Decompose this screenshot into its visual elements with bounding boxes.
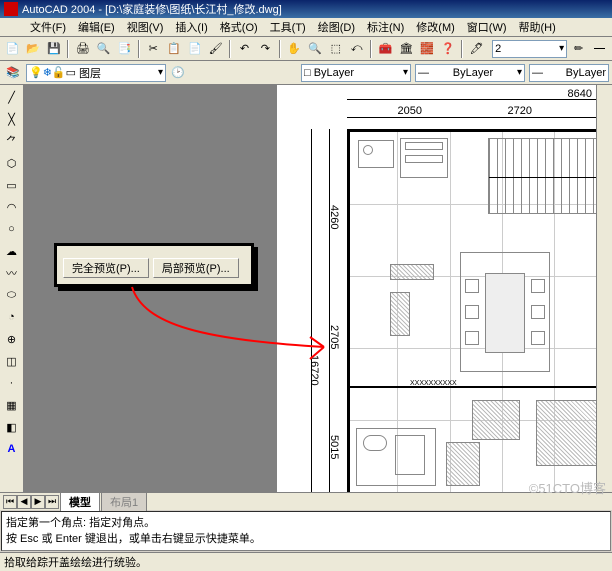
drawing-canvas[interactable]: 8640 2050 2720 xyxy=(24,85,612,492)
dim-top-left: 2050 xyxy=(398,105,422,117)
cut-icon[interactable]: ✂ xyxy=(144,39,163,59)
layer-manager-icon[interactable]: 📚 xyxy=(3,63,23,83)
copy-icon[interactable]: 📋 xyxy=(165,39,184,59)
zoom-win-icon[interactable]: ⬚ xyxy=(326,39,345,59)
standard-toolbar: 📄 📂 💾 🖨 🔍 📑 ✂ 📋 📄 🖌 ↶ ↷ ✋ 🔍 ⬚ ⤺ 🧰 🏛 🧱 ❓ … xyxy=(0,37,612,61)
title-bar: AutoCAD 2004 - [D:\家庭装修\图纸\长江村_修改.dwg] xyxy=(0,0,612,18)
arc-icon[interactable]: ◠ xyxy=(2,197,22,217)
menu-format[interactable]: 格式(O) xyxy=(214,19,264,35)
hatch-icon[interactable]: ▦ xyxy=(2,395,22,415)
tab-layout1[interactable]: 布局1 xyxy=(101,492,147,511)
paste-icon[interactable]: 📄 xyxy=(186,39,205,59)
undo-icon[interactable]: ↶ xyxy=(235,39,254,59)
menu-help[interactable]: 帮助(H) xyxy=(513,19,562,35)
ellipse-arc-icon[interactable]: ◔ xyxy=(2,307,22,327)
pan-icon[interactable]: ✋ xyxy=(285,39,304,59)
cmd-line-2: 按 Esc 或 Enter 键退出，或单击右键显示快捷菜单。 xyxy=(6,530,606,546)
tab-prev-icon[interactable]: ◀ xyxy=(17,495,31,509)
menu-bar: 文件(F) 编辑(E) 视图(V) 插入(I) 格式(O) 工具(T) 绘图(D… xyxy=(0,18,612,37)
draw-toolbar: ╱ ╳ ⺈ ⬡ ▭ ◠ ○ ☁ 〰 ⬭ ◔ ⊕ ◫ · ▦ ◧ A xyxy=(0,85,24,492)
layer-combo[interactable]: 💡❄🔓▭ 图层 ▾ xyxy=(26,64,166,82)
layer-toolbar: 📚 💡❄🔓▭ 图层 ▾ 🕑 □ ByLayer▾ — ByLayer▾ — By… xyxy=(0,61,612,85)
zoom-prev-icon[interactable]: ⤺ xyxy=(347,39,366,59)
layer-label: 图层 xyxy=(79,65,101,81)
status-bar: 拾取给踪开盖绘绘进行统验。 xyxy=(0,552,612,571)
preview-popup: 完全预览(P)... 局部预览(P)... xyxy=(54,243,254,287)
save-icon[interactable]: 💾 xyxy=(45,39,64,59)
paper-space: 8640 2050 2720 xyxy=(277,85,612,492)
help-icon[interactable]: ❓ xyxy=(438,39,457,59)
menu-modify[interactable]: 修改(M) xyxy=(410,19,461,35)
dim-side-total: 16720 xyxy=(308,355,320,386)
floor-plan: XXXXXXXXXX xyxy=(347,129,612,492)
tab-last-icon[interactable]: ⏭ xyxy=(45,495,59,509)
polygon-icon[interactable]: ⬡ xyxy=(2,153,22,173)
command-window[interactable]: 指定第一个角点: 指定对角点。 按 Esc 或 Enter 键退出，或单击右键显… xyxy=(1,511,611,551)
menu-dim[interactable]: 标注(N) xyxy=(361,19,410,35)
zoom-rt-icon[interactable]: 🔍 xyxy=(306,39,325,59)
preview-icon[interactable]: 🔍 xyxy=(94,39,113,59)
text-icon[interactable]: A xyxy=(2,439,22,459)
layout-tabs: ⏮ ◀ ▶ ⏭ 模型 布局1 xyxy=(0,492,612,510)
new-icon[interactable]: 📄 xyxy=(3,39,22,59)
properties-icon[interactable]: 🧰 xyxy=(376,39,395,59)
tab-first-icon[interactable]: ⏮ xyxy=(3,495,17,509)
print-icon[interactable]: 🖨 xyxy=(73,39,92,59)
xline-icon[interactable]: ╳ xyxy=(2,109,22,129)
pline-icon[interactable]: ⺈ xyxy=(2,131,22,151)
point-icon[interactable]: · xyxy=(2,373,22,393)
partial-preview-button[interactable]: 局部预览(P)... xyxy=(153,258,239,278)
open-icon[interactable]: 📂 xyxy=(24,39,43,59)
window-title: AutoCAD 2004 - [D:\家庭装修\图纸\长江村_修改.dwg] xyxy=(22,1,282,17)
insert-icon[interactable]: ⊕ xyxy=(2,329,22,349)
cmd-line-1: 指定第一个角点: 指定对角点。 xyxy=(6,514,606,530)
full-preview-button[interactable]: 完全预览(P)... xyxy=(63,258,149,278)
menu-insert[interactable]: 插入(I) xyxy=(169,19,213,35)
region-icon[interactable]: ◧ xyxy=(2,417,22,437)
match-icon[interactable]: 🖌 xyxy=(206,39,225,59)
tab-next-icon[interactable]: ▶ xyxy=(31,495,45,509)
revcloud-icon[interactable]: ☁ xyxy=(2,241,22,261)
linetype-combo[interactable]: — ByLayer▾ xyxy=(415,64,525,82)
lineweight-combo-2[interactable]: — ByLayer xyxy=(529,64,609,82)
menu-edit[interactable]: 编辑(E) xyxy=(72,19,121,35)
publish-icon[interactable]: 📑 xyxy=(115,39,134,59)
spline-icon[interactable]: 〰 xyxy=(2,263,22,283)
rect-icon[interactable]: ▭ xyxy=(2,175,22,195)
dcenter-icon[interactable]: 🏛 xyxy=(397,39,416,59)
block-icon[interactable]: ◫ xyxy=(2,351,22,371)
line-icon[interactable]: ╱ xyxy=(2,87,22,107)
redo-icon[interactable]: ↷ xyxy=(256,39,275,59)
menu-tools[interactable]: 工具(T) xyxy=(264,19,312,35)
standard-style-icon[interactable]: ✏ xyxy=(569,39,588,59)
toolpal-icon[interactable]: 🧱 xyxy=(418,39,437,59)
menu-window[interactable]: 窗口(W) xyxy=(461,19,513,35)
circle-icon[interactable]: ○ xyxy=(2,219,22,239)
dim-top-right: 2720 xyxy=(508,105,532,117)
watermark: ©51CTO博客 xyxy=(529,478,606,497)
brush-icon[interactable]: 🖊 xyxy=(467,39,486,59)
main-area: ╱ ╳ ⺈ ⬡ ▭ ◠ ○ ☁ 〰 ⬭ ◔ ⊕ ◫ · ▦ ◧ A 8640 2… xyxy=(0,85,612,492)
lineweight-combo[interactable]: 2▾ xyxy=(492,40,567,58)
color-combo[interactable]: □ ByLayer▾ xyxy=(301,64,411,82)
menu-view[interactable]: 视图(V) xyxy=(121,19,170,35)
menu-draw[interactable]: 绘图(D) xyxy=(312,19,361,35)
vertical-scrollbar[interactable] xyxy=(596,85,612,492)
menu-file[interactable]: 文件(F) xyxy=(24,19,72,35)
ellipse-icon[interactable]: ⬭ xyxy=(2,285,22,305)
tab-model[interactable]: 模型 xyxy=(60,492,100,511)
layer-prev-icon[interactable]: 🕑 xyxy=(168,63,188,83)
app-icon xyxy=(4,2,18,16)
